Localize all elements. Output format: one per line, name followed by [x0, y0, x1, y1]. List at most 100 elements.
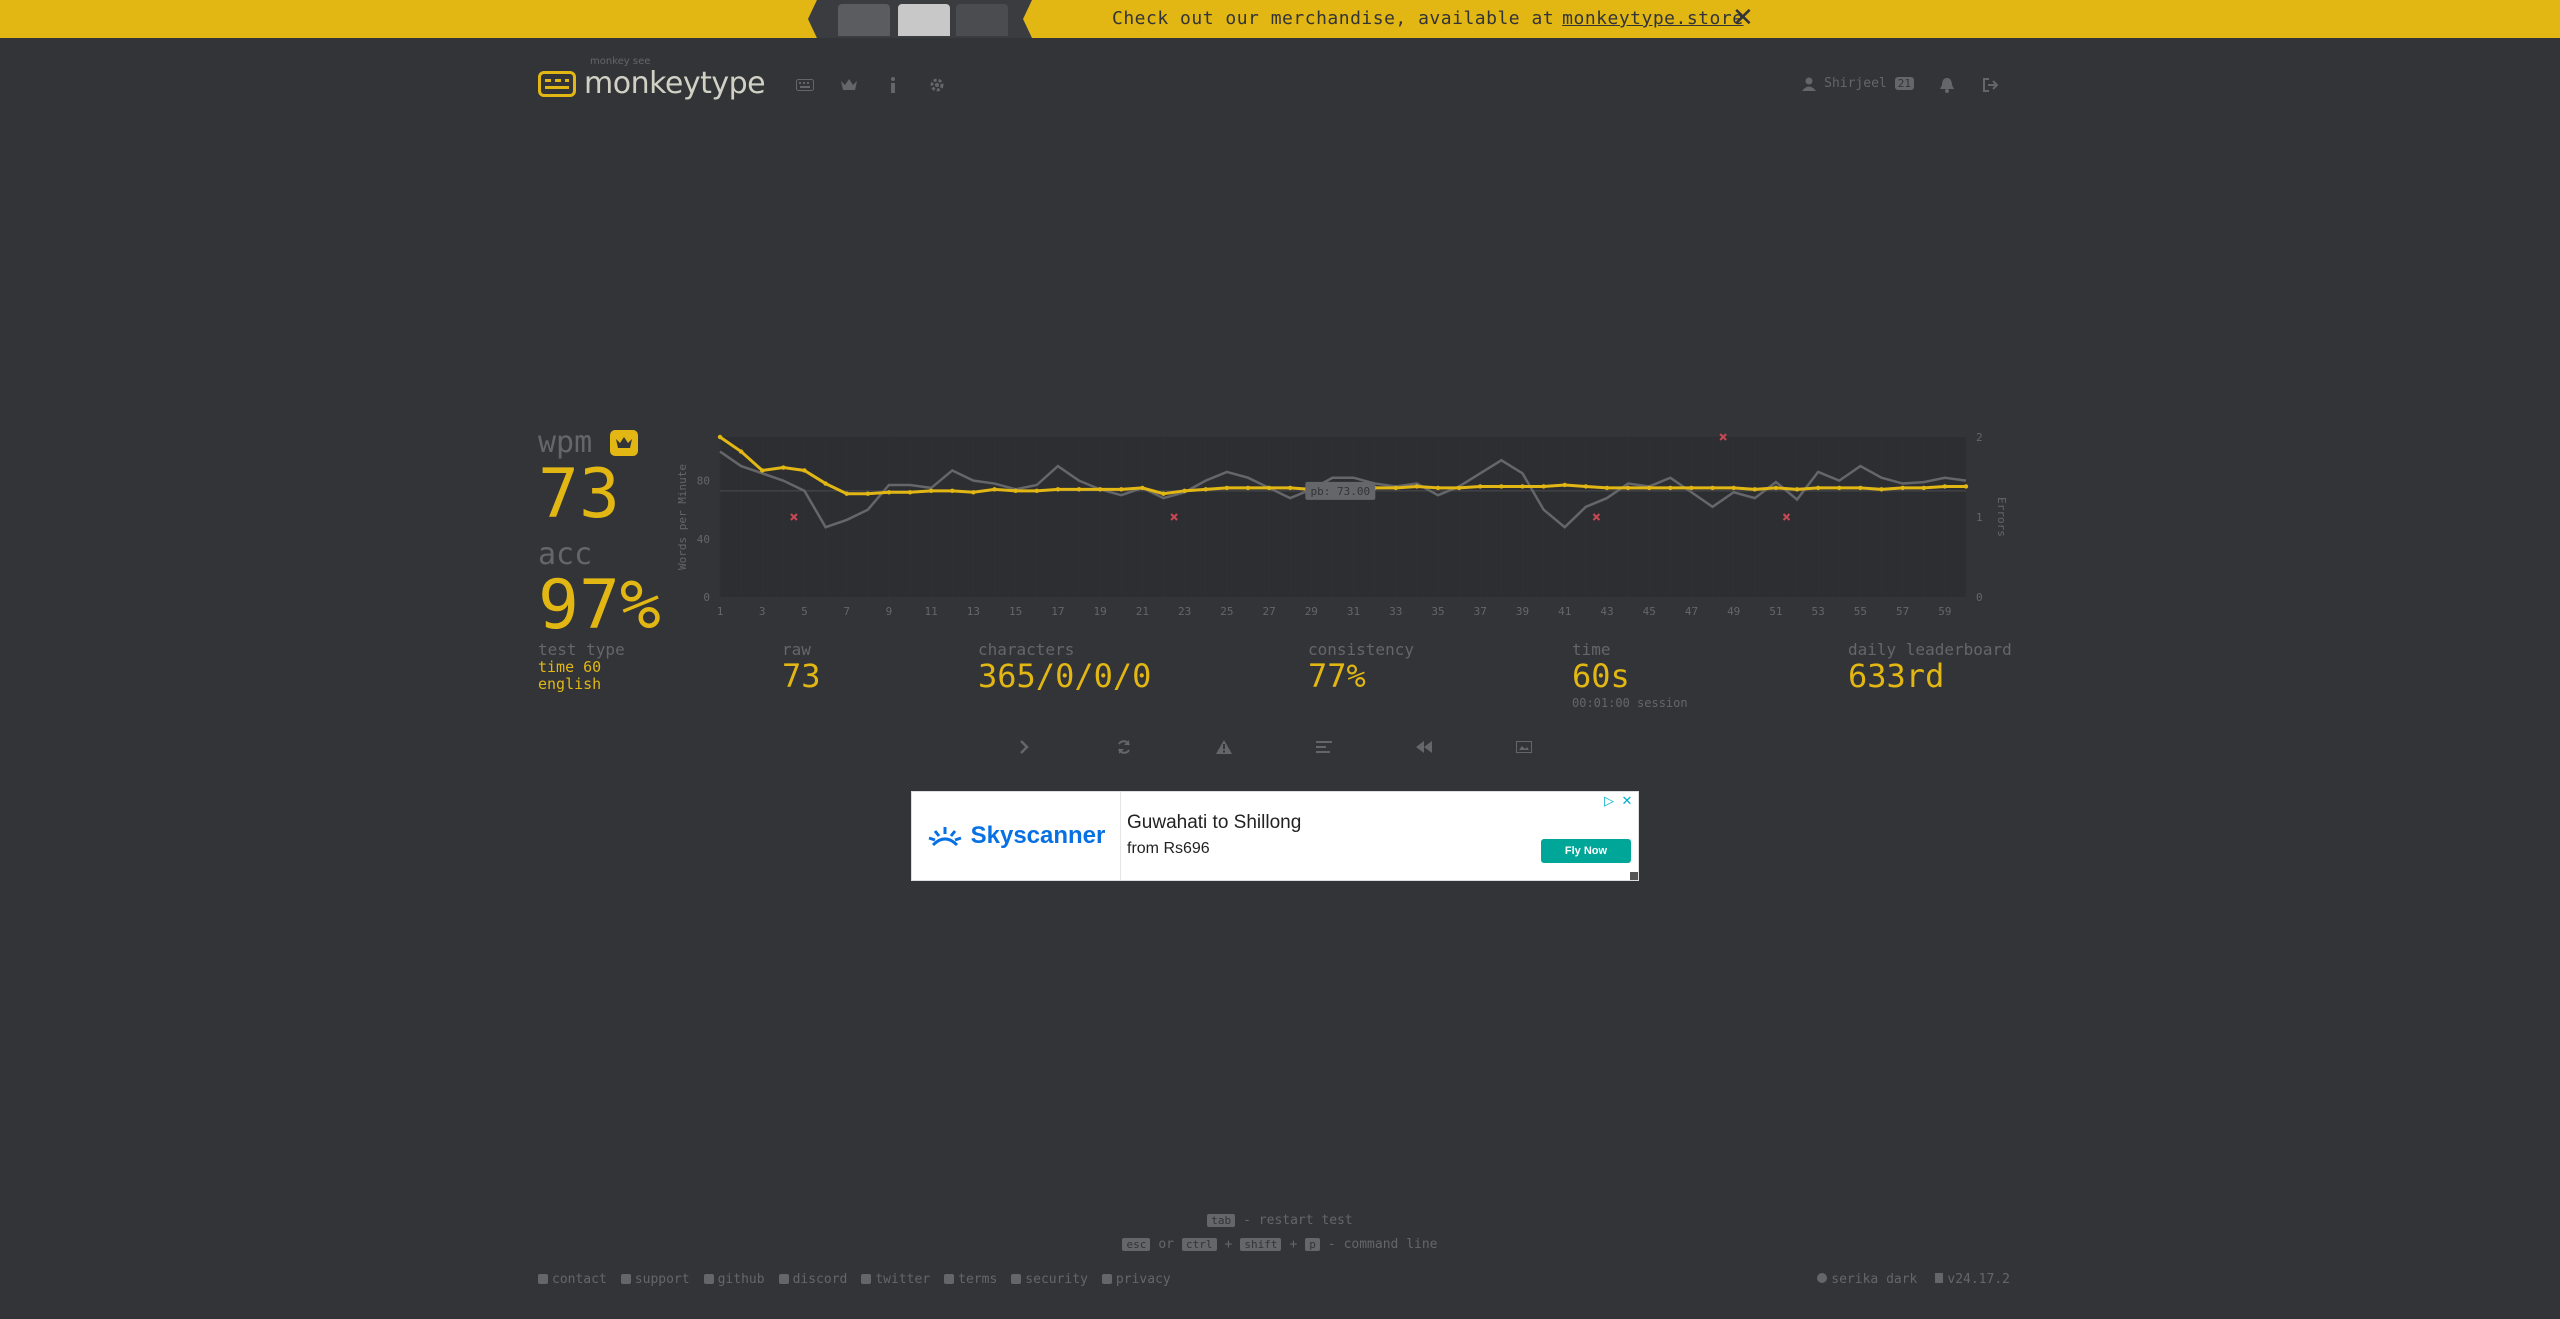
footer-link-privacy[interactable]: privacy: [1101, 1272, 1171, 1287]
wpm-point: [1879, 487, 1884, 492]
y-tick-label: 40: [697, 533, 710, 546]
x-tick-label: 31: [1347, 605, 1360, 618]
wpm-point: [1921, 485, 1926, 491]
key-ctrl: ctrl: [1182, 1237, 1217, 1251]
x-tick-label: 47: [1685, 605, 1698, 618]
gear-icon[interactable]: [926, 74, 948, 96]
chart-plot-area: [720, 437, 1966, 597]
wpm-point: [1499, 484, 1504, 489]
footer-link-terms[interactable]: terms: [944, 1272, 997, 1287]
x-tick-label: 1: [717, 605, 724, 618]
palette-icon: [1817, 1273, 1828, 1283]
consistency-stat: consistency 77%: [1308, 640, 1414, 694]
footer-link-twitter[interactable]: twitter: [861, 1272, 930, 1287]
wpm-point: [1245, 485, 1251, 491]
watch-replay-icon[interactable]: [1412, 735, 1436, 759]
footer-link-contact[interactable]: contact: [538, 1272, 607, 1287]
characters-value: 365/0/0/0: [978, 657, 1152, 695]
close-icon[interactable]: ✕: [1732, 3, 1754, 33]
footer-link-github[interactable]: github: [703, 1272, 765, 1287]
merch-banner: Check out our merchandise, available at …: [0, 0, 2560, 38]
footer-link-label: support: [634, 1272, 690, 1287]
account-button[interactable]: Shirjeel 21: [1802, 76, 1914, 91]
wpm-point: [1625, 485, 1631, 491]
footer-link-support[interactable]: support: [620, 1272, 690, 1287]
ad-choices-icon[interactable]: ▷: [1602, 794, 1616, 809]
wpm-point: [1266, 485, 1272, 491]
footer-links: contact support github discord twitter t…: [538, 1272, 2010, 1287]
x-tick-label: 15: [1009, 605, 1022, 618]
wpm-point: [950, 488, 955, 494]
key-shift: shift: [1240, 1237, 1282, 1251]
wpm-point: [1710, 485, 1715, 491]
merch-banner-image[interactable]: [808, 0, 1032, 38]
twitter-icon: [861, 1274, 872, 1284]
x-tick-label: 53: [1812, 605, 1825, 618]
discord-icon: [778, 1274, 789, 1284]
wpm-point: [1773, 485, 1779, 491]
time-stat: time 60s 00:01:00 session: [1572, 640, 1688, 710]
wpm-point: [1858, 485, 1863, 491]
footer-link-security[interactable]: security: [1011, 1272, 1088, 1287]
shirt-image: [838, 4, 890, 36]
sign-out-icon[interactable]: [1980, 74, 2002, 96]
save-screenshot-icon[interactable]: [1512, 735, 1536, 759]
user-icon: [1802, 77, 1817, 91]
x-tick-label: 7: [843, 605, 850, 618]
ad-brand-logo[interactable]: Skyscanner: [912, 792, 1121, 880]
wpm-point: [1435, 485, 1441, 491]
banner-message: Check out our merchandise, available at: [1112, 8, 1555, 29]
raw-value: 73: [782, 657, 821, 695]
restart-hint-text: - restart test: [1243, 1212, 1353, 1228]
user-level-badge: 21: [1894, 77, 1914, 90]
footer-link-label: security: [1025, 1272, 1088, 1287]
theme-button[interactable]: serika dark: [1817, 1272, 1917, 1287]
y-tick-label: 80: [697, 475, 710, 488]
sunrise-logo-icon: [928, 827, 962, 847]
wpm-point: [1203, 487, 1208, 492]
hint-plus: +: [1224, 1236, 1233, 1252]
wpm-point: [1815, 485, 1821, 491]
shirt-image: [898, 4, 950, 36]
keyboard-icon[interactable]: [794, 74, 816, 96]
x-tick-label: 45: [1643, 605, 1656, 618]
wpm-point: [992, 487, 997, 492]
logo[interactable]: monkey see monkeytype: [538, 56, 766, 101]
x-tick-label: 29: [1305, 605, 1318, 618]
logo-subtitle: monkey see: [590, 56, 651, 67]
ad-close-icon[interactable]: ✕: [1620, 794, 1634, 809]
document-icon: [944, 1274, 955, 1284]
ad-cta-button[interactable]: Fly Now: [1541, 839, 1631, 863]
keyboard-logo-icon: [538, 70, 576, 97]
version-button[interactable]: v24.17.2: [1935, 1272, 2010, 1287]
leaderboard-value: 633rd: [1848, 657, 1945, 695]
wpm-point: [1794, 487, 1800, 492]
wpm-point: [907, 490, 913, 495]
x-tick-label: 57: [1896, 605, 1909, 618]
ad-choices[interactable]: ▷ ✕: [1602, 794, 1634, 809]
crown-icon[interactable]: [838, 74, 860, 96]
ad-subtitle: from Rs696: [1127, 840, 1210, 857]
footer-link-discord[interactable]: discord: [778, 1272, 847, 1287]
header: monkey see monkeytype Shirjeel 21: [538, 56, 2010, 112]
ad-headline[interactable]: Guwahati to Shillong: [1127, 812, 1301, 834]
banner-store-link[interactable]: monkeytype.store: [1562, 8, 1743, 29]
x-tick-label: 13: [967, 605, 980, 618]
wpm-point: [1604, 485, 1610, 491]
advertisement[interactable]: Skyscanner Guwahati to Shillong from Rs6…: [911, 791, 1639, 881]
next-test-icon[interactable]: [1012, 735, 1036, 759]
code-icon: [703, 1274, 714, 1284]
wpm-point: [1456, 485, 1462, 491]
footer: contact support github discord twitter t…: [538, 1272, 2010, 1287]
wpm-point: [1583, 484, 1589, 489]
practice-missed-words-icon[interactable]: [1212, 735, 1236, 759]
x-tick-label: 35: [1431, 605, 1444, 618]
show-words-history-icon[interactable]: [1312, 735, 1336, 759]
repeat-test-icon[interactable]: [1112, 735, 1136, 759]
x-tick-label: 49: [1727, 605, 1740, 618]
wpm-point: [1224, 485, 1230, 491]
bell-icon[interactable]: [1936, 74, 1958, 96]
x-tick-label: 41: [1558, 605, 1571, 618]
wpm-point: [886, 490, 892, 495]
info-icon[interactable]: [882, 74, 904, 96]
